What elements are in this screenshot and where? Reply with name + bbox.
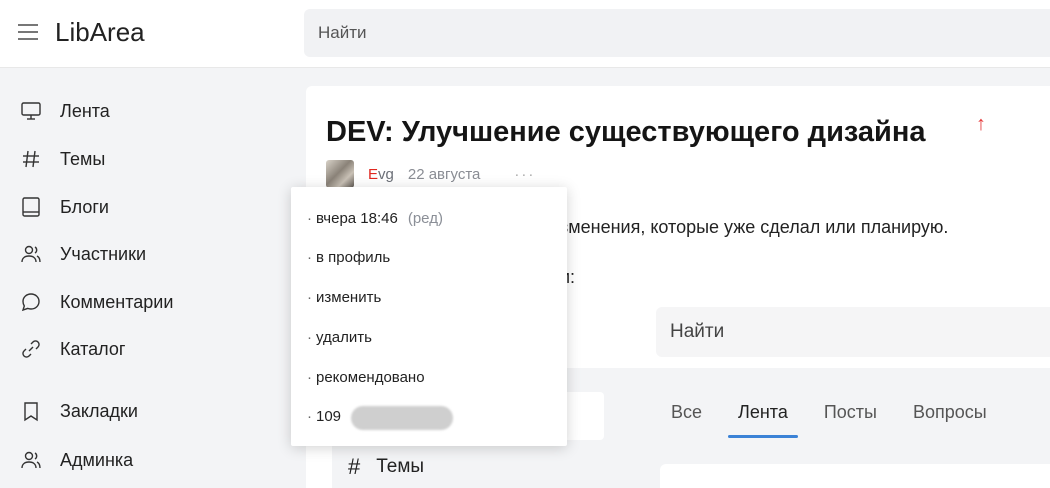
more-options-icon[interactable]: ··· <box>514 166 535 183</box>
users-icon <box>20 243 42 265</box>
sidebar-item-members[interactable]: Участники <box>20 239 146 269</box>
sidebar-item-label: Темы <box>60 148 106 169</box>
embedded-search-field: Найти <box>656 307 1050 357</box>
dropdown-item-label: вчера 18:46 <box>316 210 398 227</box>
sidebar-item-topics[interactable]: Темы <box>20 144 105 174</box>
sidebar: Лента Темы Блоги Участники Комментарии К… <box>0 68 300 488</box>
tab-posts: Посты <box>823 402 877 422</box>
tab-questions: Вопросы <box>913 402 987 422</box>
dropdown-item-edited-time[interactable]: · вчера 18:46 (ред) <box>307 210 443 227</box>
arrow-up-icon[interactable]: ↑ <box>976 113 986 136</box>
dropdown-item-delete[interactable]: · удалить <box>307 329 372 346</box>
sidebar-item-label: Каталог <box>60 338 126 359</box>
embedded-card <box>660 464 1050 488</box>
dropdown-item-profile[interactable]: · в профиль <box>307 249 390 266</box>
dropdown-item-ip: · 109 <box>307 408 341 425</box>
embedded-search-label: Найти <box>670 321 725 342</box>
sidebar-item-label: Блоги <box>60 196 109 217</box>
bullet: · <box>307 369 312 386</box>
sidebar-item-blogs[interactable]: Блоги <box>20 192 109 222</box>
site-logo[interactable]: LibArea <box>55 17 145 48</box>
top-header: LibArea <box>0 0 1050 68</box>
embedded-themes-item: # Темы <box>348 454 424 480</box>
sidebar-item-feed[interactable]: Лента <box>20 96 110 126</box>
sidebar-item-admin[interactable]: Админка <box>20 445 133 475</box>
hash-icon: # <box>348 454 361 479</box>
sidebar-item-label: Админка <box>60 449 134 470</box>
sidebar-item-label: Комментарии <box>60 291 174 312</box>
book-icon <box>20 196 42 218</box>
post-date: 22 августа <box>407 165 481 183</box>
edited-badge: (ред) <box>407 210 443 227</box>
author-link[interactable]: Evg <box>368 166 394 183</box>
users-icon <box>20 449 42 471</box>
dropdown-item-label: 109 <box>316 408 342 425</box>
embedded-themes-label: Темы <box>376 456 425 477</box>
post-text-line: зменения, которые уже сделал или планиру… <box>560 217 949 237</box>
bullet: · <box>307 408 312 425</box>
sidebar-item-catalog[interactable]: Каталог <box>20 334 125 364</box>
sidebar-item-label: Участники <box>60 243 146 264</box>
dropdown-item-recommended[interactable]: · рекомендовано <box>307 369 425 386</box>
avatar[interactable] <box>326 160 354 188</box>
author-initial: E <box>368 165 379 183</box>
menu-icon[interactable] <box>18 24 38 41</box>
sidebar-item-comments[interactable]: Комментарии <box>20 287 173 317</box>
post-title[interactable]: DEV: Улучшение существующего дизайна <box>326 116 926 149</box>
dropdown-item-label: рекомендовано <box>316 369 425 386</box>
tab-feed: Лента <box>728 402 798 438</box>
bullet: · <box>307 249 312 266</box>
comment-icon <box>20 291 42 313</box>
author-rest: vg <box>378 165 394 183</box>
dropdown-item-label: в профиль <box>316 249 391 266</box>
monitor-icon <box>20 100 42 122</box>
redaction-blur <box>351 406 453 430</box>
embedded-tabs: Все Лента Посты Вопросы <box>671 402 1023 438</box>
bullet: · <box>307 329 312 346</box>
bullet: · <box>307 289 312 306</box>
search-input[interactable] <box>304 9 1050 57</box>
dropdown-item-label: удалить <box>316 329 372 346</box>
sidebar-item-bookmarks[interactable]: Закладки <box>20 396 138 426</box>
bullet: · <box>307 210 312 227</box>
tab-all: Все <box>671 402 703 422</box>
post-meta: Evg 22 августа ··· <box>326 160 535 188</box>
hash-icon <box>20 148 42 170</box>
sidebar-item-label: Закладки <box>60 400 138 421</box>
post-actions-dropdown: · вчера 18:46 (ред) · в профиль · изменить ·… <box>291 187 567 446</box>
link-icon <box>20 338 42 360</box>
bookmark-icon <box>20 400 42 422</box>
dropdown-item-edit[interactable]: · изменить <box>307 289 381 306</box>
dropdown-item-label: изменить <box>316 289 382 306</box>
sidebar-item-label: Лента <box>60 100 110 121</box>
